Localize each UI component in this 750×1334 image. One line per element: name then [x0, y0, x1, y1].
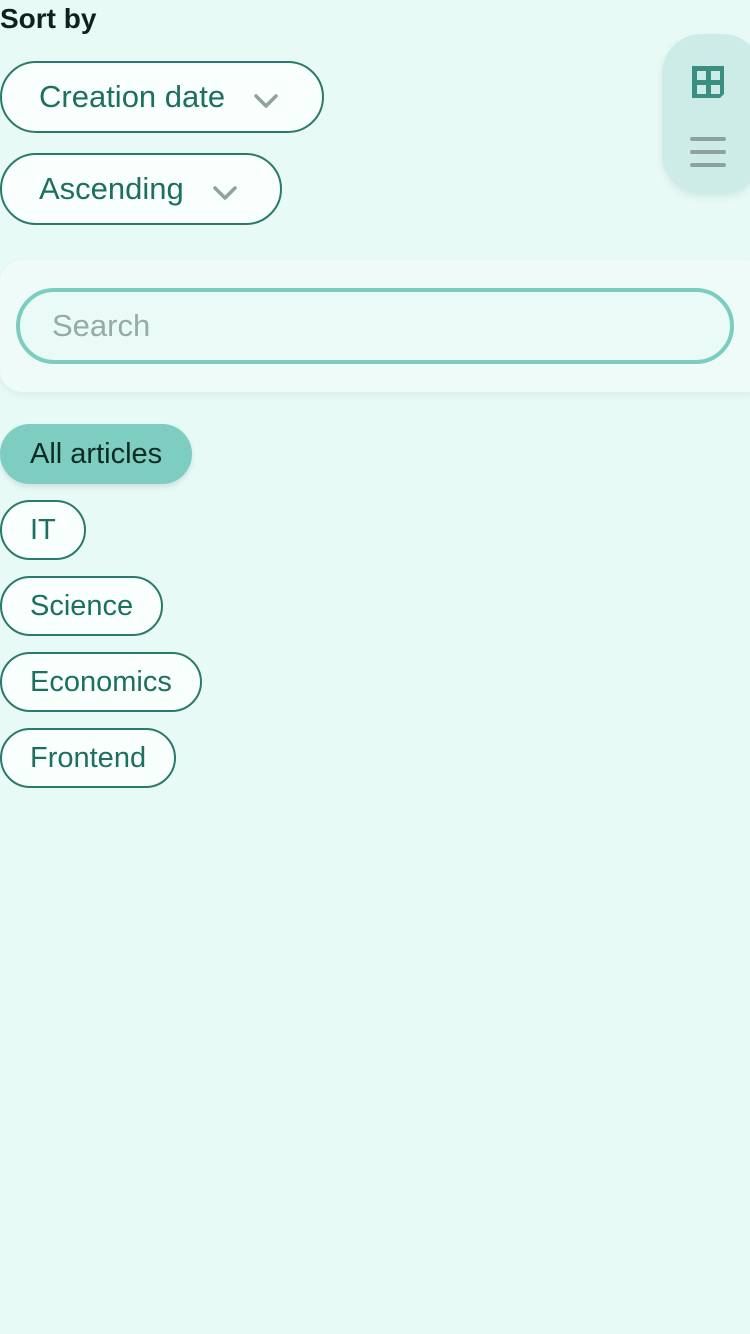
grid-icon — [692, 66, 724, 98]
sort-order-select[interactable]: Ascending — [0, 153, 282, 225]
tab-all-articles[interactable]: All articles — [0, 424, 193, 484]
search-card — [0, 260, 750, 392]
grid-view-button[interactable] — [688, 62, 728, 102]
view-switcher — [662, 34, 750, 194]
sort-field-value: Creation date — [39, 79, 226, 114]
chevron-down-icon — [254, 94, 278, 108]
sort-field-select[interactable]: Creation date — [0, 61, 324, 133]
tab-science[interactable]: Science — [0, 576, 164, 636]
tab-economics[interactable]: Economics — [0, 652, 202, 712]
chevron-down-icon — [213, 186, 237, 200]
tab-frontend[interactable]: Frontend — [0, 728, 177, 788]
sort-order-value: Ascending — [39, 171, 184, 206]
search-input[interactable] — [16, 288, 734, 364]
list-view-button[interactable] — [688, 132, 728, 172]
sort-by-label: Sort by — [0, 3, 97, 34]
tab-it[interactable]: IT — [0, 500, 86, 560]
list-icon — [690, 137, 726, 167]
